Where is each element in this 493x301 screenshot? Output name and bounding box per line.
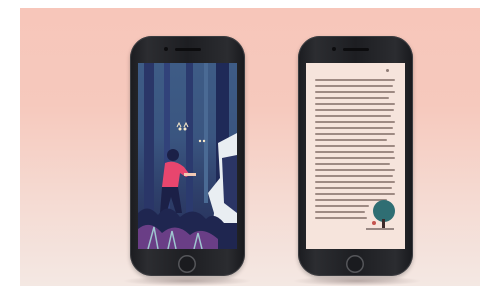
text-line [315,169,395,171]
text-line [315,97,389,99]
front-camera-icon [332,47,336,51]
creature-eye-icon [183,127,187,131]
creature-eye-icon [198,139,202,143]
text-line [315,133,395,135]
illustration-screen[interactable] [138,63,237,249]
text-line [315,163,390,165]
text-line [315,187,392,189]
text-line [315,175,393,177]
text-line [315,79,395,81]
text-line [315,181,395,183]
text-line [315,139,387,141]
forest-illustration [138,63,237,249]
figure-arm [184,173,196,176]
speaker-grille [343,48,369,51]
text-line [315,121,395,123]
text-line [315,103,395,105]
home-button[interactable] [178,255,196,273]
text-line [315,127,393,129]
text-line [315,211,365,213]
tree-trunk [186,63,193,213]
text-line [315,193,395,195]
home-button[interactable] [346,255,364,273]
tree-illustration-icon [366,200,395,230]
right-phone [298,36,413,276]
text-line [315,85,393,87]
creature-eye-icon [202,139,206,143]
left-phone-shadow [122,276,252,286]
text-line [315,91,395,93]
text-line [315,145,395,147]
creature-eye-icon [178,127,182,131]
tree-trunk [204,63,208,203]
left-phone [130,36,245,276]
text-line [315,109,394,111]
figure-head [167,149,179,161]
text-line [315,157,395,159]
text-line [315,151,394,153]
speaker-grille [175,48,201,51]
text-line [315,115,391,117]
right-phone-shadow [292,276,422,286]
front-camera-icon [164,47,168,51]
text-line [315,217,367,219]
page-indicator [386,69,389,72]
text-line [315,205,369,207]
ebook-screen[interactable] [306,63,405,249]
